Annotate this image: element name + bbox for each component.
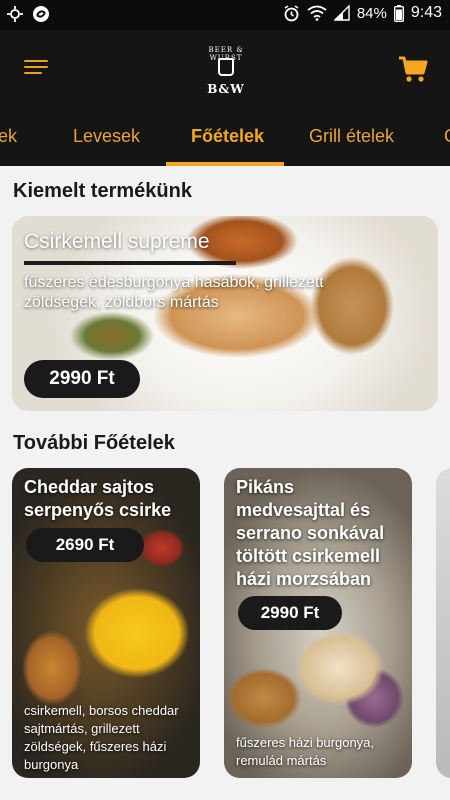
featured-price-badge: 2990 Ft xyxy=(24,360,140,398)
product-price-badge: 2990 Ft xyxy=(238,596,342,630)
featured-product-card[interactable]: Csirkemell supreme fűszeres édesburgonya… xyxy=(12,216,438,411)
featured-product-description: fűszeres édesburgonya hasábok, grillezet… xyxy=(24,274,324,311)
product-price-badge: 2690 Ft xyxy=(26,528,144,562)
more-section-title: További Főételek xyxy=(13,432,175,454)
logo-text: B&W xyxy=(207,82,245,96)
featured-product-name: Csirkemell supreme xyxy=(24,230,210,253)
tab-partial-right[interactable]: G xyxy=(444,126,450,147)
notification-icons xyxy=(6,5,50,23)
cart-icon xyxy=(399,56,428,82)
featured-name-underline xyxy=(24,261,236,265)
featured-section-title: Kiemelt termékünk xyxy=(13,180,192,202)
main-content: Kiemelt termékünk Csirkemell supreme fűs… xyxy=(0,166,450,800)
cart-button[interactable] xyxy=(398,55,428,83)
menu-button[interactable] xyxy=(22,57,50,79)
wifi-icon xyxy=(307,5,327,21)
beer-mug-icon xyxy=(218,58,234,76)
hamburger-icon xyxy=(24,60,48,62)
battery-percentage: 84% xyxy=(356,4,387,22)
tab-partial-left[interactable]: ek xyxy=(0,126,17,147)
sync-icon xyxy=(33,6,49,22)
battery-icon xyxy=(393,4,404,22)
tab-foetelek[interactable]: Főételek xyxy=(191,126,264,147)
signal-icon xyxy=(333,5,350,21)
clock: 9:43 xyxy=(410,4,442,21)
tab-grill-etelek[interactable]: Grill ételek xyxy=(309,126,394,147)
product-card-partial[interactable] xyxy=(436,468,450,778)
app-bar: BEER & WURST B&W xyxy=(0,30,450,110)
status-bar: 84% 9:43 xyxy=(0,0,450,30)
product-card[interactable]: Cheddar sajtos serpenyős csirke 2690 Ft … xyxy=(12,468,200,778)
tab-levesek[interactable]: Levesek xyxy=(73,126,140,147)
product-description: csirkemell, borsos cheddar sajtmártás, g… xyxy=(24,703,179,772)
product-card[interactable]: Pikáns medvesajttal és serrano sonkával … xyxy=(224,468,412,778)
product-name: Pikáns medvesajttal és serrano sonkával … xyxy=(236,477,385,589)
brand-logo: BEER & WURST B&W xyxy=(191,42,261,100)
product-name: Cheddar sajtos serpenyős csirke xyxy=(24,477,172,520)
system-indicators: 84% 9:43 xyxy=(283,4,442,22)
product-description: fűszeres házi burgonya, remulád mártás xyxy=(236,735,375,768)
alarm-icon xyxy=(284,4,299,21)
category-tabs: ek Levesek Főételek Grill ételek G xyxy=(0,110,450,166)
notification-settings-icon xyxy=(7,6,23,22)
